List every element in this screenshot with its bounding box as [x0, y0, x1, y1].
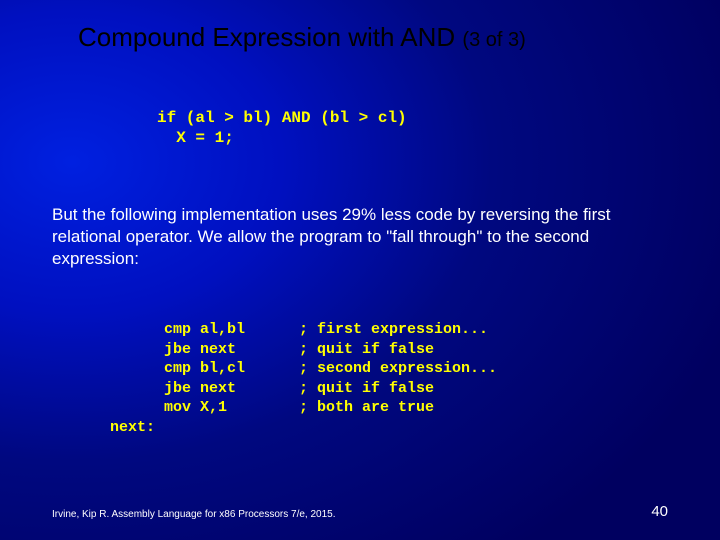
assembly-code-block: cmp al,bl ; first expression... jbe next…: [110, 320, 497, 437]
title-sub: (3 of 3): [462, 29, 525, 51]
body-paragraph: But the following implementation uses 29…: [52, 204, 652, 270]
title-main: Compound Expression with AND: [78, 22, 455, 52]
page-number: 40: [651, 503, 668, 520]
slide: Compound Expression with AND (3 of 3) if…: [0, 0, 720, 540]
slide-title: Compound Expression with AND (3 of 3): [78, 22, 526, 53]
pseudocode-block: if (al > bl) AND (bl > cl) X = 1;: [157, 108, 407, 148]
footer-citation: Irvine, Kip R. Assembly Language for x86…: [52, 509, 336, 520]
